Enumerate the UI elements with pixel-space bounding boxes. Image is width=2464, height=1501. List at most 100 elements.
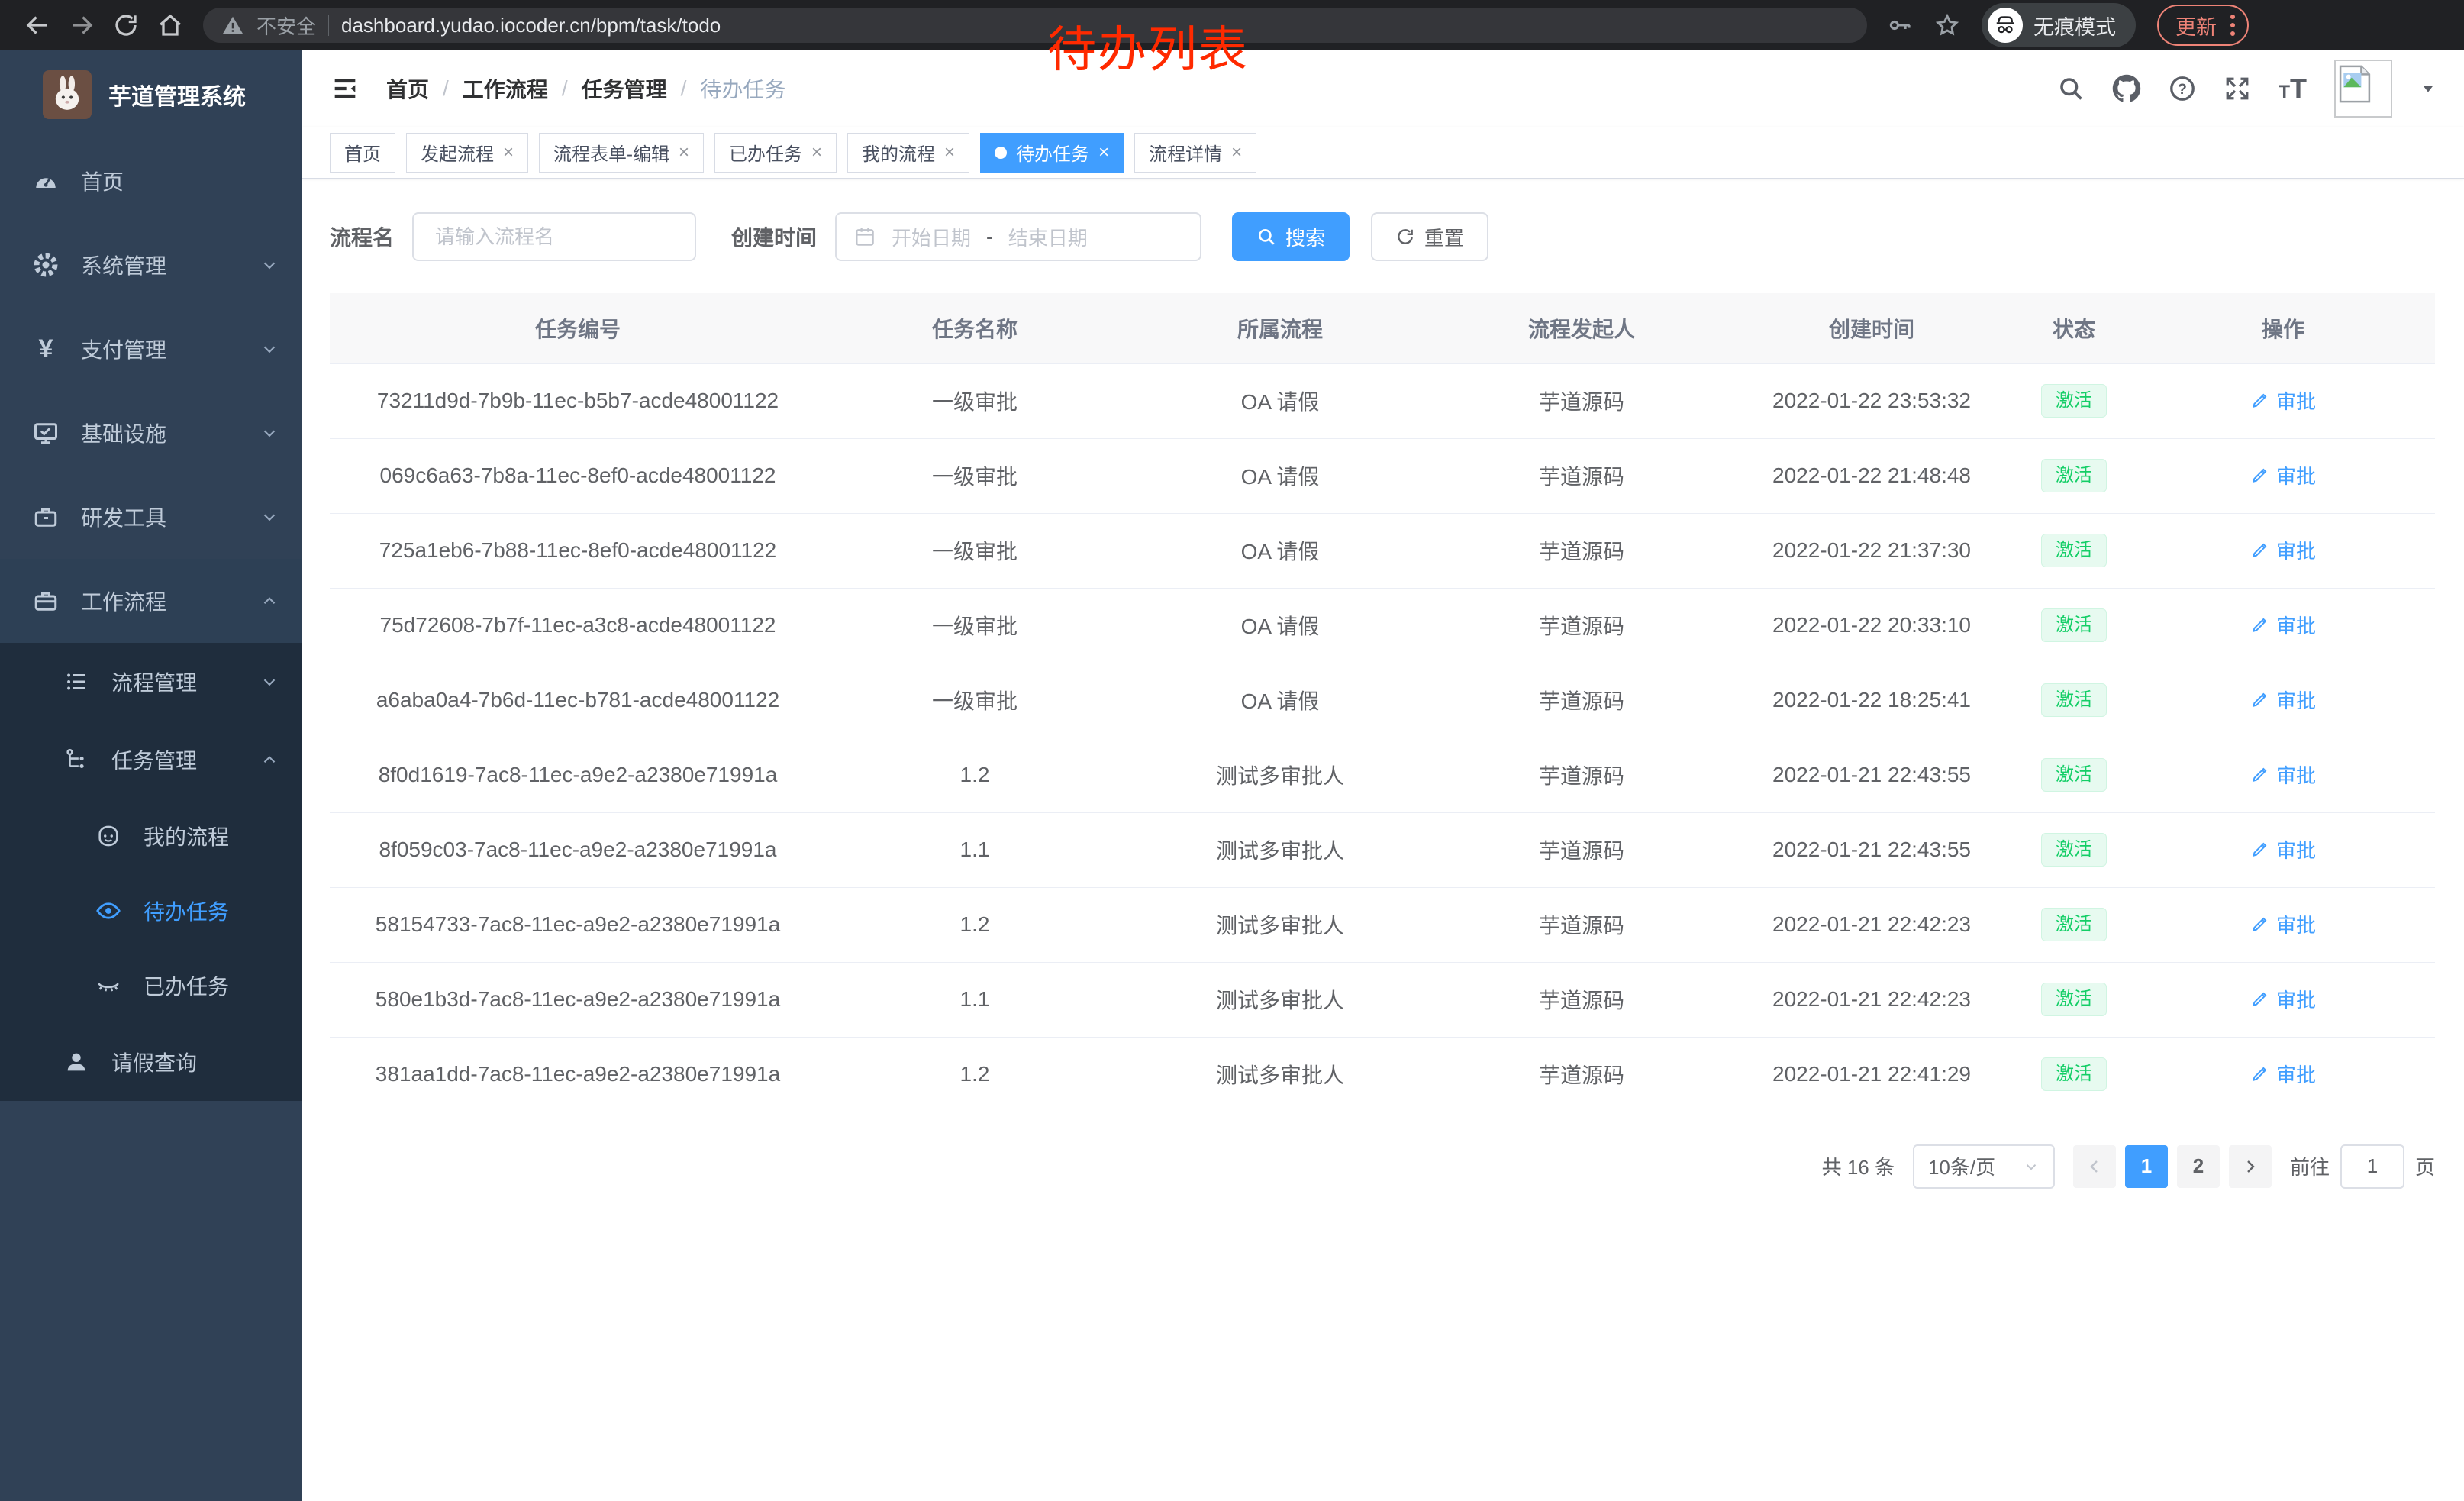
range-separator: -	[986, 225, 993, 249]
sidebar-item-task-mgmt[interactable]: 任务管理	[0, 721, 302, 799]
col-initiator: 流程发起人	[1437, 293, 1727, 363]
reload-icon	[112, 11, 140, 39]
approve-button[interactable]: 审批	[2250, 386, 2316, 415]
tab-todo-task[interactable]: 待办任务×	[980, 133, 1124, 173]
chevron-down-icon	[260, 507, 279, 527]
sidebar-item-done-task[interactable]: 已办任务	[0, 948, 302, 1023]
approve-button[interactable]: 审批	[2250, 461, 2316, 489]
goto-label: 前往	[2290, 1152, 2330, 1180]
cell-task-id: 73211d9d-7b9b-11ec-b5b7-acde48001122	[330, 363, 826, 438]
cell-process: OA 请假	[1124, 663, 1437, 738]
avatar[interactable]	[2334, 60, 2392, 118]
close-icon[interactable]: ×	[944, 142, 955, 163]
list-icon	[61, 669, 92, 695]
sidebar-item-payment-mgmt[interactable]: ¥ 支付管理	[0, 307, 302, 391]
chevron-down-icon	[260, 672, 279, 692]
logo-rabbit-image	[43, 70, 92, 119]
page-button-2[interactable]: 2	[2177, 1145, 2220, 1188]
not-secure-warning-icon	[221, 14, 244, 37]
sidebar-item-workflow[interactable]: 工作流程	[0, 559, 302, 643]
bookmark-star-icon[interactable]	[1934, 12, 1960, 38]
sidebar-item-process-mgmt[interactable]: 流程管理	[0, 643, 302, 721]
create-time-label: 创建时间	[731, 221, 817, 252]
address-bar[interactable]: 不安全 dashboard.yudao.iocoder.cn/bpm/task/…	[203, 8, 1867, 43]
help-icon[interactable]: ?	[2169, 75, 2196, 102]
pagination-total: 共 16 条	[1822, 1152, 1895, 1180]
close-icon[interactable]: ×	[811, 142, 822, 163]
cell-process: 测试多审批人	[1124, 812, 1437, 887]
date-range-picker[interactable]: 开始日期 - 结束日期	[835, 212, 1201, 261]
fullscreen-icon[interactable]	[2224, 75, 2251, 102]
goto-page-input[interactable]	[2340, 1144, 2404, 1189]
tab-home[interactable]: 首页	[330, 133, 395, 173]
close-icon[interactable]: ×	[1098, 142, 1109, 163]
sidebar-item-my-process[interactable]: 我的流程	[0, 799, 302, 873]
edit-icon	[2250, 689, 2270, 709]
approve-button[interactable]: 审批	[2250, 910, 2316, 938]
cell-task-id: 069c6a63-7b8a-11ec-8ef0-acde48001122	[330, 438, 826, 513]
browser-menu-icon[interactable]	[2230, 15, 2235, 36]
sidebar-item-infrastructure[interactable]: 基础设施	[0, 391, 302, 475]
sidebar-item-todo-task[interactable]: 待办任务	[0, 873, 302, 948]
close-icon[interactable]: ×	[679, 142, 689, 163]
browser-home-button[interactable]	[148, 3, 192, 47]
search-icon[interactable]	[2057, 75, 2085, 102]
divider	[328, 15, 329, 36]
approve-button[interactable]: 审批	[2250, 611, 2316, 639]
workflow-submenu: 流程管理 任务管理 我的流程	[0, 643, 302, 1101]
approve-button[interactable]: 审批	[2250, 835, 2316, 863]
update-button[interactable]: 更新	[2157, 5, 2249, 46]
status-badge: 激活	[2041, 758, 2107, 792]
url-text: dashboard.yudao.iocoder.cn/bpm/task/todo	[341, 14, 721, 37]
sidebar-item-label: 请假查询	[111, 1047, 197, 1077]
sidebar-collapse-button[interactable]	[330, 73, 360, 104]
approve-button[interactable]: 审批	[2250, 760, 2316, 789]
page-size-select[interactable]: 10条/页	[1913, 1144, 2055, 1189]
breadcrumb-task-mgmt[interactable]: 任务管理	[582, 73, 667, 104]
font-size-icon[interactable]: TT	[2279, 75, 2307, 102]
chevron-down-icon	[260, 255, 279, 275]
breadcrumb-home[interactable]: 首页	[386, 73, 429, 104]
tab-process-detail[interactable]: 流程详情×	[1134, 133, 1256, 173]
status-badge: 激活	[2041, 833, 2107, 867]
close-icon[interactable]: ×	[503, 142, 514, 163]
approve-button[interactable]: 审批	[2250, 686, 2316, 714]
tab-done-task[interactable]: 已办任务×	[714, 133, 837, 173]
breadcrumb-workflow[interactable]: 工作流程	[463, 73, 548, 104]
page-button-1[interactable]: 1	[2125, 1145, 2168, 1188]
status-badge: 激活	[2041, 384, 2107, 418]
approve-button[interactable]: 审批	[2250, 536, 2316, 564]
edit-icon	[2250, 540, 2270, 560]
cell-initiator: 芋道源码	[1437, 588, 1727, 663]
sidebar: 芋道管理系统 首页 系统管理 ¥ 支付管理	[0, 50, 302, 1501]
close-icon[interactable]: ×	[1231, 142, 1242, 163]
cell-initiator: 芋道源码	[1437, 812, 1727, 887]
sidebar-item-leave-query[interactable]: 请假查询	[0, 1023, 302, 1101]
caret-down-icon[interactable]	[2420, 80, 2437, 97]
prev-page-button[interactable]	[2073, 1145, 2116, 1188]
sidebar-item-dev-tools[interactable]: 研发工具	[0, 475, 302, 559]
search-button[interactable]: 搜索	[1232, 212, 1350, 261]
browser-reload-button[interactable]	[104, 3, 148, 47]
tab-my-process[interactable]: 我的流程×	[847, 133, 969, 173]
browser-forward-button[interactable]	[60, 3, 104, 47]
approve-button[interactable]: 审批	[2250, 985, 2316, 1013]
github-icon[interactable]	[2112, 74, 2141, 103]
cell-task-id: 8f0d1619-7ac8-11ec-a9e2-a2380e71991a	[330, 738, 826, 812]
process-name-input[interactable]	[412, 212, 696, 261]
next-page-button[interactable]	[2229, 1145, 2272, 1188]
user-icon	[61, 1049, 92, 1075]
svg-text:?: ?	[2178, 81, 2187, 98]
sidebar-item-home[interactable]: 首页	[0, 139, 302, 223]
tab-process-form-edit[interactable]: 流程表单-编辑×	[539, 133, 704, 173]
hamburger-icon	[330, 73, 360, 104]
reset-button[interactable]: 重置	[1371, 212, 1488, 261]
browser-back-button[interactable]	[15, 3, 60, 47]
tags-view: 首页 发起流程× 流程表单-编辑× 已办任务× 我的流程× 待办任务× 流程详情…	[302, 127, 2464, 179]
password-key-icon[interactable]	[1887, 12, 1913, 38]
tab-start-process[interactable]: 发起流程×	[406, 133, 528, 173]
table-row: 73211d9d-7b9b-11ec-b5b7-acde48001122 一级审…	[330, 363, 2435, 438]
approve-button[interactable]: 审批	[2250, 1060, 2316, 1088]
cell-process: 测试多审批人	[1124, 738, 1437, 812]
sidebar-item-system-mgmt[interactable]: 系统管理	[0, 223, 302, 307]
